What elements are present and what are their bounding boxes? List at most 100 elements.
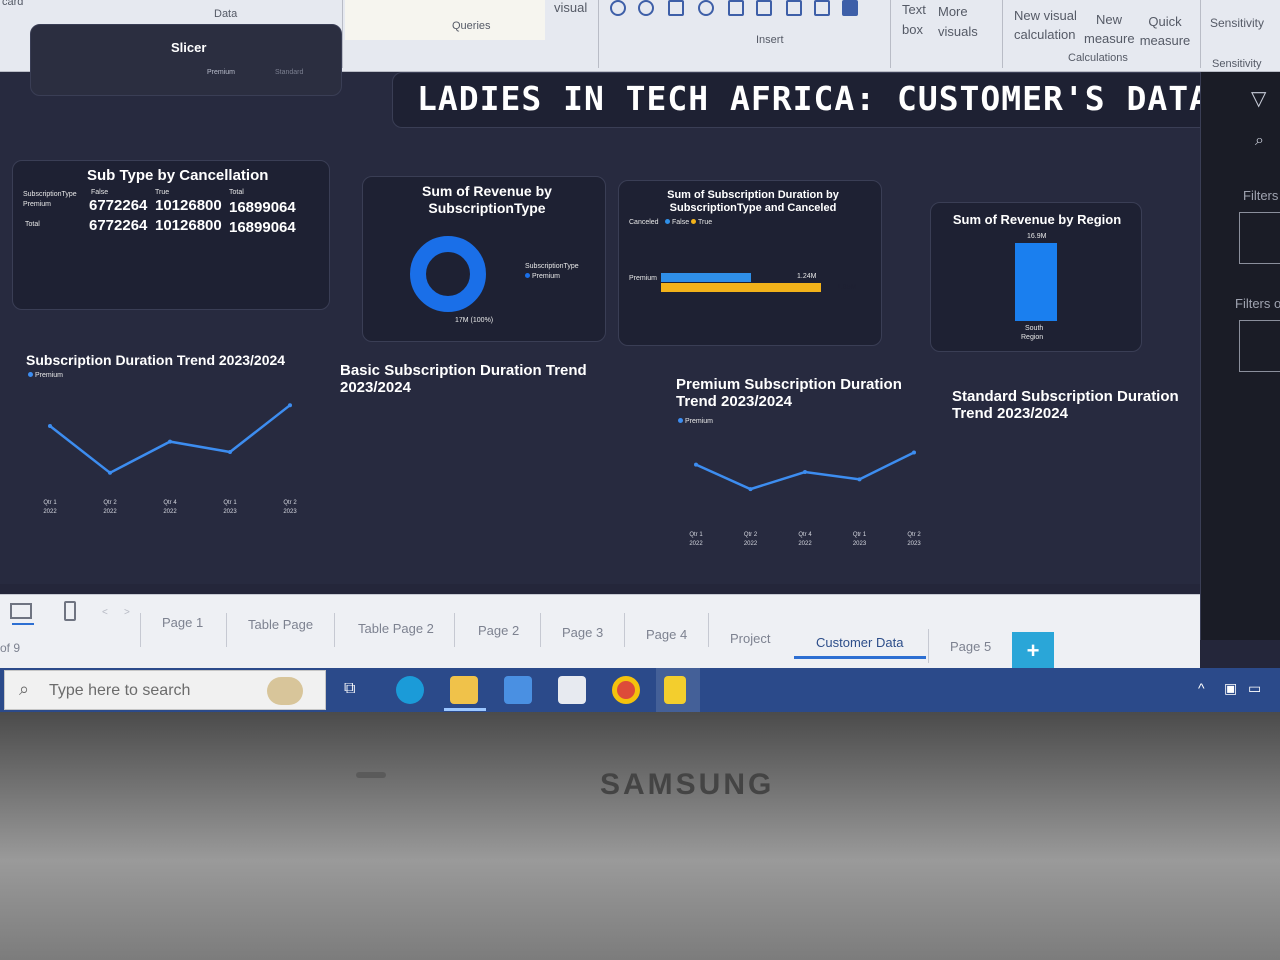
legend-dot-icon xyxy=(28,372,33,377)
chevron-up-icon[interactable]: ^ xyxy=(1198,680,1205,696)
tab-page-1[interactable]: Page 1 xyxy=(162,615,203,630)
more-visuals-button[interactable]: More visuals xyxy=(938,2,994,42)
matrix-visual[interactable]: Sub Type by Cancellation SubscriptionTyp… xyxy=(12,160,330,310)
tab-project[interactable]: Project xyxy=(730,631,770,646)
new-measure-button[interactable]: New measure xyxy=(1084,10,1135,48)
ribbon-visual-button[interactable]: visual xyxy=(554,0,587,15)
bar-legend-item[interactable]: False xyxy=(665,219,689,226)
region-column[interactable] xyxy=(1015,243,1057,321)
ribbon-calendar-icon[interactable] xyxy=(756,0,772,16)
file-explorer-icon[interactable] xyxy=(450,676,478,704)
matrix-header-col: False xyxy=(91,189,109,196)
page-count: of 9 xyxy=(0,641,21,655)
tab-page-3[interactable]: Page 3 xyxy=(562,625,603,640)
bar-visual[interactable]: Sum of Subscription Duration by Subscrip… xyxy=(618,180,882,346)
quick-measure-button[interactable]: Quick measure xyxy=(1138,12,1192,50)
ribbon-image-icon[interactable] xyxy=(638,0,654,16)
search-icon: ⌕ xyxy=(19,679,30,699)
task-view-icon[interactable]: ⧉ xyxy=(344,680,355,698)
tab-page-2[interactable]: Page 2 xyxy=(478,623,519,638)
matrix-cell: 6772264 xyxy=(89,197,148,214)
trend-x-tick-label: 2022 xyxy=(163,509,177,515)
taskbar-search[interactable]: ⌕ Type here to search xyxy=(4,670,326,710)
trend-point[interactable] xyxy=(48,424,52,428)
trend-title-premium: Premium Subscription Duration Trend 2023… xyxy=(676,376,902,410)
screen: card Data Queries visual Insert Text box… xyxy=(0,0,1280,712)
tab-table-page[interactable]: Table Page xyxy=(248,617,313,632)
ribbon-table-icon[interactable] xyxy=(814,0,830,16)
trend-point[interactable] xyxy=(694,462,698,467)
windows-taskbar: ⌕ Type here to search ⧉ ^ ▣ ▭ xyxy=(0,668,1280,712)
add-page-button[interactable]: + xyxy=(1012,632,1054,670)
donut-slice-premium[interactable] xyxy=(410,236,486,312)
trend-x-tick-label: 2022 xyxy=(744,541,758,547)
trend-chart-subscription[interactable]: Qtr 1 2022 Qtr 2 2022 Qtr 4 2022 Qtr 1 2023 Qtr … xyxy=(30,390,310,530)
tab-table-page-2[interactable]: Table Page 2 xyxy=(358,621,434,636)
ribbon-card-label[interactable]: card xyxy=(2,0,23,8)
slicer-option[interactable]: Standard xyxy=(275,69,303,76)
trend-point[interactable] xyxy=(108,470,112,475)
trend-x-tick-label: Qtr 1 xyxy=(43,500,57,506)
donut-legend-label: Premium xyxy=(532,273,561,280)
desktop-view-icon[interactable] xyxy=(10,603,32,619)
bar-false[interactable] xyxy=(661,273,751,282)
text-box-button[interactable]: Text box xyxy=(902,0,928,40)
search-icon[interactable]: ⌕ xyxy=(1255,132,1264,150)
tab-separator xyxy=(540,613,541,647)
mobile-view-icon[interactable] xyxy=(64,601,76,621)
network-icon[interactable]: ▣ xyxy=(1224,680,1237,697)
edge-icon[interactable] xyxy=(396,676,424,704)
slicer[interactable]: Slicer Premium Standard xyxy=(30,24,342,96)
trend-point[interactable] xyxy=(803,470,807,474)
tab-page-5[interactable]: Page 5 xyxy=(950,639,991,654)
trend-point[interactable] xyxy=(168,439,172,444)
trend-title-subscription: Subscription Duration Trend 2023/2024 xyxy=(26,352,286,368)
trend-x-tick-label: Qtr 1 xyxy=(853,532,867,538)
trend-chart-premium[interactable]: Qtr 1 2022 Qtr 2 2022 Qtr 4 2022 Qtr 1 2023 Qtr … xyxy=(680,442,930,562)
tab-customer-data[interactable]: Customer Data xyxy=(816,635,903,650)
next-page-icon[interactable]: > xyxy=(124,607,130,618)
filter-icon[interactable]: ▽ xyxy=(1251,86,1266,111)
ribbon-tools-icon[interactable] xyxy=(728,0,744,16)
slicer-option[interactable]: Premium xyxy=(207,69,235,76)
trend-line-premium[interactable] xyxy=(49,404,291,475)
ribbon-shape-icon[interactable] xyxy=(610,0,626,16)
region-visual[interactable]: Sum of Revenue by Region 16.9M South Reg… xyxy=(930,202,1142,352)
ribbon-globe-icon[interactable] xyxy=(698,0,714,16)
sensitivity-button[interactable]: Sensitivity xyxy=(1210,16,1264,30)
ribbon-matrix-icon[interactable] xyxy=(842,0,858,16)
laptop-bezel: SAMSUNG xyxy=(0,712,1280,960)
trend-x-tick-label: 2023 xyxy=(283,509,297,515)
tab-separator xyxy=(708,613,709,647)
filter-well[interactable] xyxy=(1239,320,1280,372)
matrix-row-label: Total xyxy=(25,221,40,228)
filter-well[interactable] xyxy=(1239,212,1280,264)
trend-x-tick-label: 2022 xyxy=(43,509,57,515)
bar-legend-item[interactable]: True xyxy=(691,219,712,226)
tab-page-4[interactable]: Page 4 xyxy=(646,627,687,642)
bar-legend-label: False xyxy=(672,219,690,226)
matrix-header-col: Total xyxy=(229,189,244,196)
ribbon-separator xyxy=(598,0,599,68)
ribbon-document-icon[interactable] xyxy=(786,0,802,16)
mail-icon[interactable] xyxy=(558,676,586,704)
ribbon-chart-icon[interactable] xyxy=(668,0,684,16)
active-app-highlight xyxy=(656,668,700,712)
trend-point[interactable] xyxy=(748,487,753,492)
bar-true[interactable] xyxy=(661,283,821,292)
trend-point[interactable] xyxy=(288,403,292,408)
donut-legend-item[interactable]: Premium xyxy=(525,273,560,280)
prev-page-icon[interactable]: < xyxy=(102,607,108,618)
trend-x-tick-label: 2022 xyxy=(689,541,703,547)
new-visual-calculation-button[interactable]: New visual calculation xyxy=(1014,6,1094,44)
trend-point[interactable] xyxy=(912,450,916,455)
tab-separator xyxy=(928,629,929,663)
battery-icon[interactable]: ▭ xyxy=(1248,680,1261,697)
chrome-icon[interactable] xyxy=(612,676,640,704)
store-icon[interactable] xyxy=(504,676,532,704)
trend-x-tick-label: Qtr 1 xyxy=(223,500,237,506)
tab-separator xyxy=(454,613,455,647)
donut-visual[interactable]: Sum of Revenue by SubscriptionType Subsc… xyxy=(362,176,606,342)
trend-point[interactable] xyxy=(857,477,862,482)
trend-point[interactable] xyxy=(228,450,232,454)
